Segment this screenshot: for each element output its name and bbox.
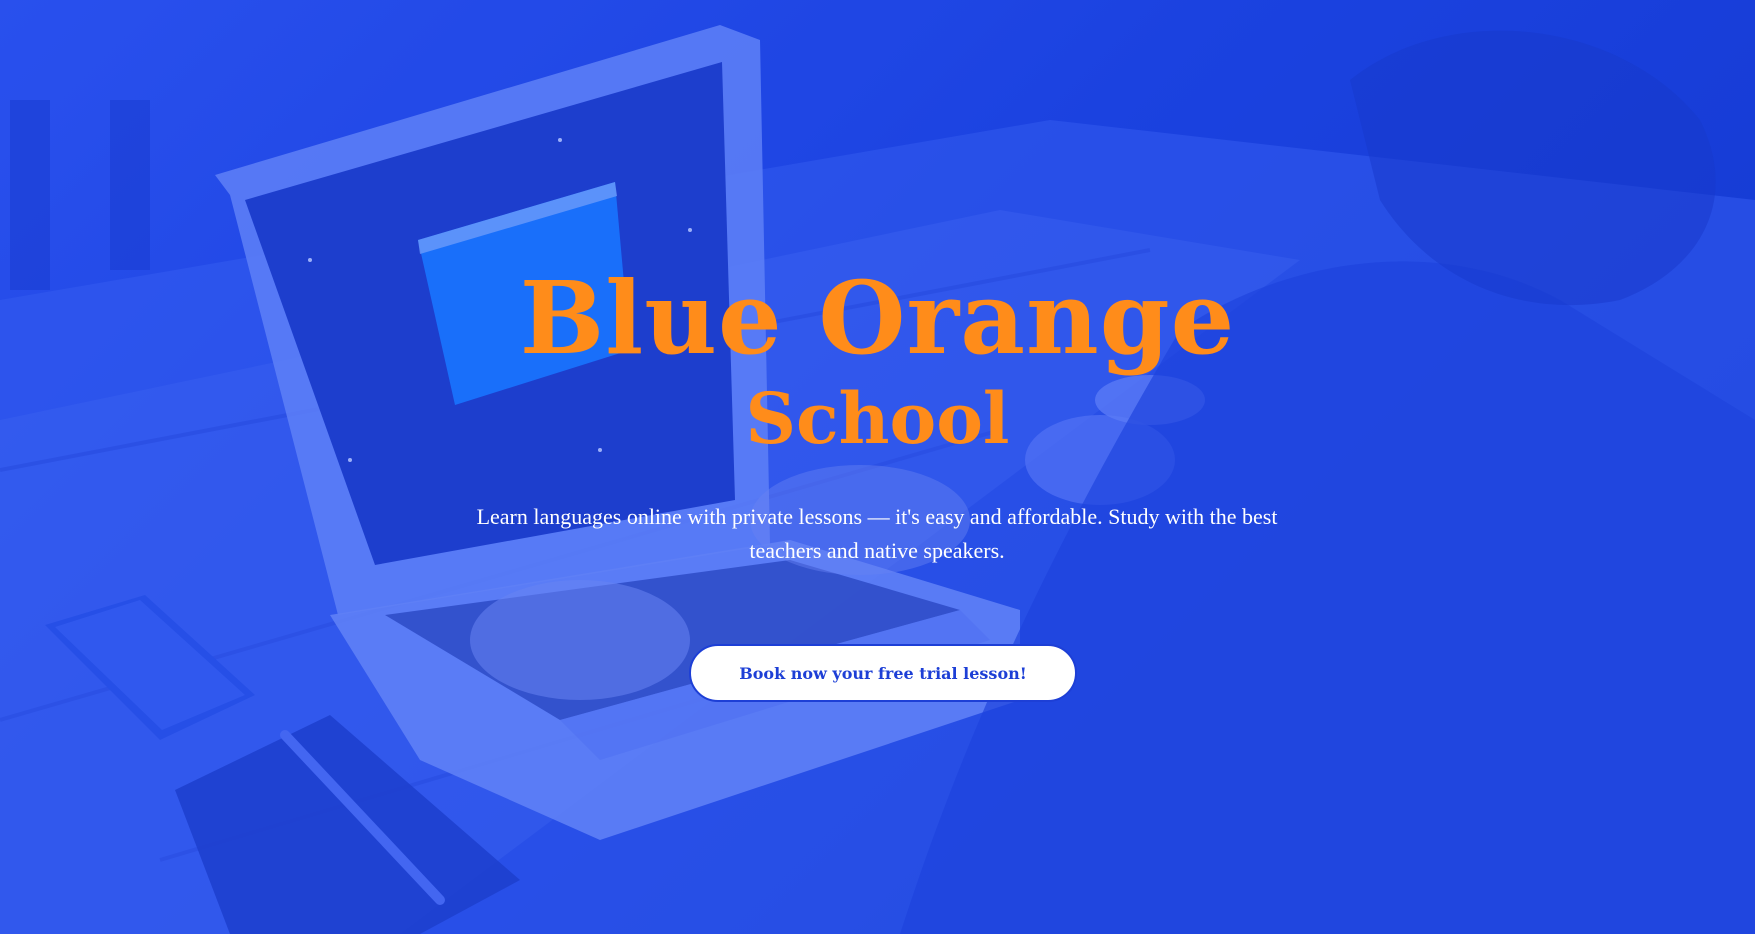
book-trial-button[interactable]: Book now your free trial lesson!: [689, 644, 1077, 702]
hero-content: Blue Orange School Learn languages onlin…: [0, 0, 1755, 934]
site-subtitle: School: [745, 377, 1010, 460]
site-title: Blue Orange: [519, 259, 1236, 377]
hero-section: Blue Orange School Learn languages onlin…: [0, 0, 1755, 934]
hero-tagline: Learn languages online with private less…: [476, 504, 1278, 563]
